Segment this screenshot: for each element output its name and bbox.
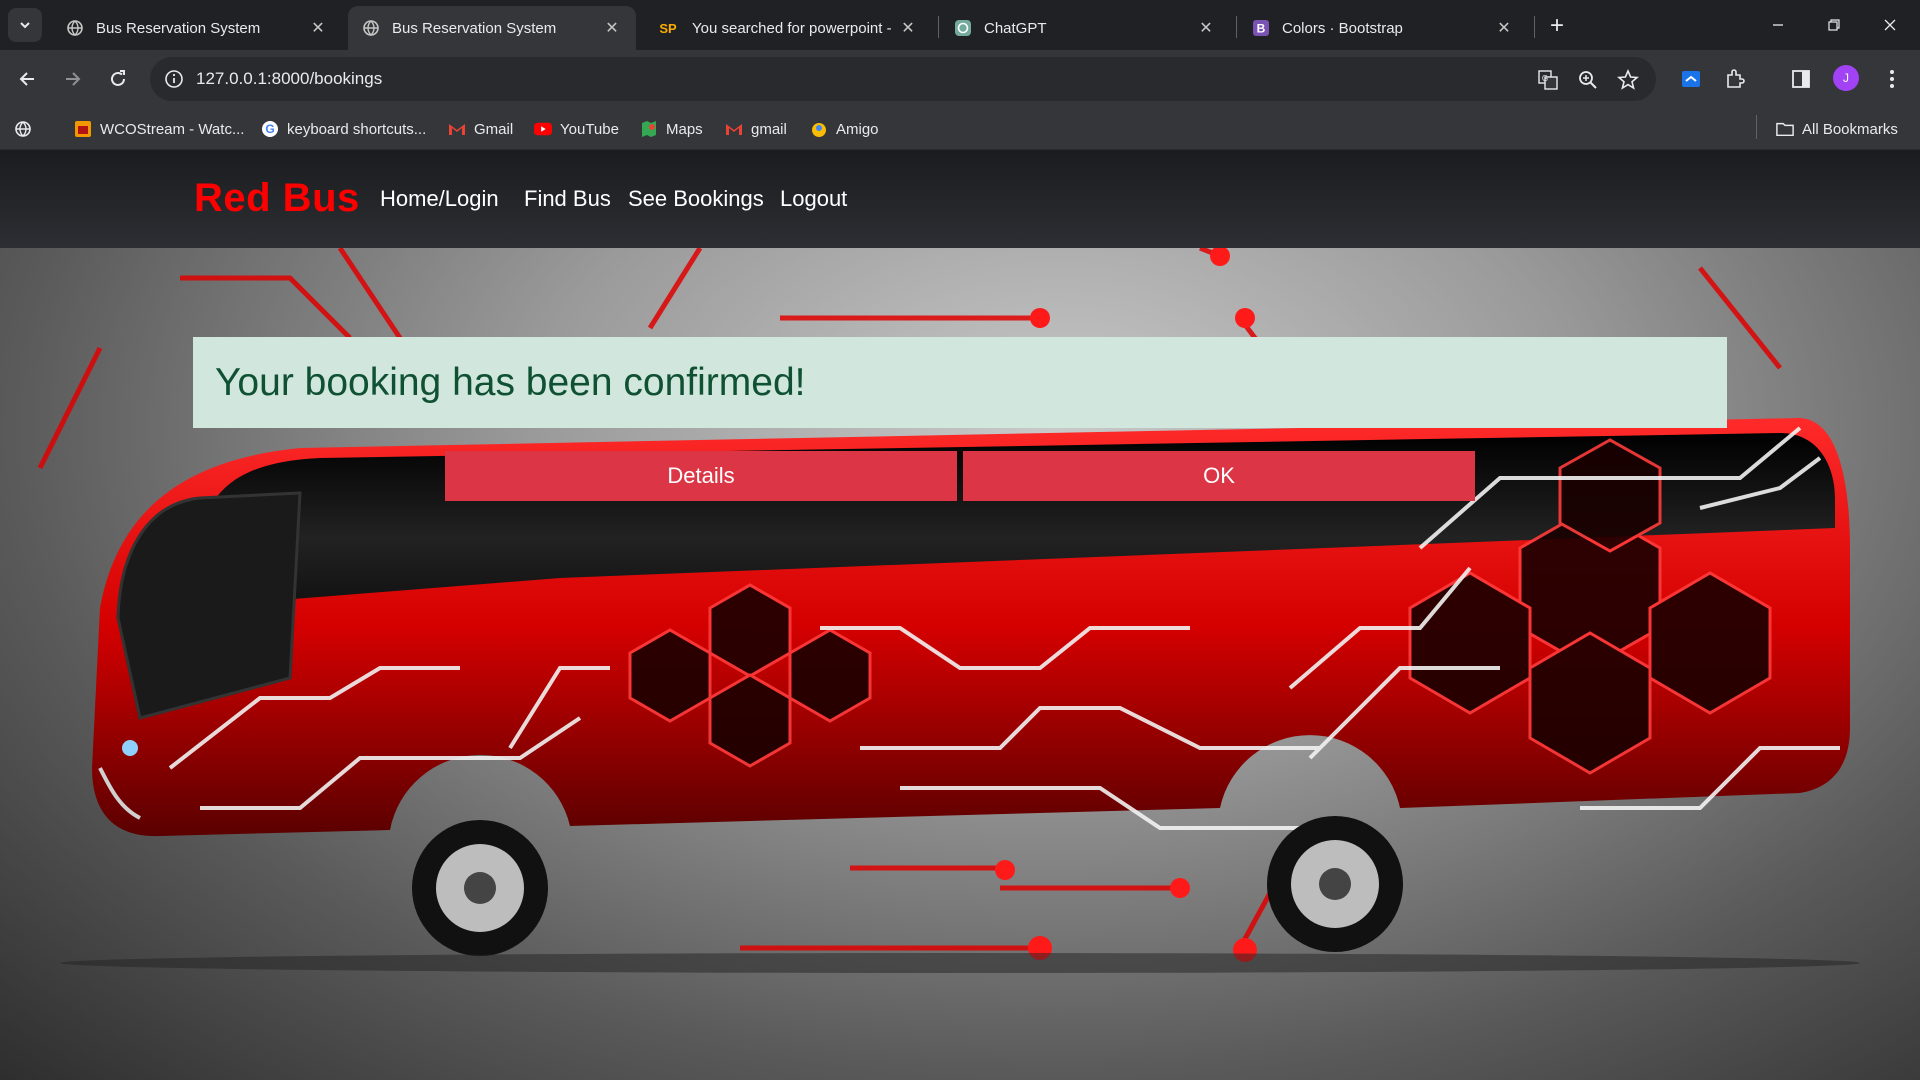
- google-icon: G: [261, 120, 279, 138]
- close-window-button[interactable]: [1862, 0, 1918, 50]
- bookmark-wcostream[interactable]: WCOStream - Watc...: [74, 118, 244, 140]
- gmail-icon: [448, 120, 466, 138]
- chevron-down-icon: [20, 22, 30, 29]
- close-icon[interactable]: ✕: [1494, 18, 1514, 38]
- restore-icon: [1828, 19, 1840, 31]
- new-tab-button[interactable]: +: [1543, 12, 1571, 40]
- details-button[interactable]: Details: [445, 451, 957, 501]
- hero-background: Your booking has been confirmed! Details…: [0, 248, 1920, 1080]
- close-icon[interactable]: ✕: [1196, 18, 1216, 38]
- reload-icon: [111, 70, 125, 86]
- tab-separator: [938, 16, 939, 38]
- site-navbar: Red Bus Home/Login Find Bus See Bookings…: [0, 150, 1920, 248]
- profile-avatar[interactable]: J: [1833, 65, 1859, 91]
- ok-button[interactable]: OK: [963, 451, 1475, 501]
- nav-see-bookings[interactable]: See Bookings: [628, 186, 764, 212]
- minimize-button[interactable]: [1750, 0, 1806, 50]
- bootstrap-icon: B: [1252, 19, 1270, 37]
- tab-title: Bus Reservation System: [392, 19, 557, 37]
- globe-icon: [66, 19, 84, 37]
- minimize-icon: [1773, 24, 1783, 26]
- site-info-icon[interactable]: [162, 67, 186, 91]
- back-button[interactable]: [8, 59, 48, 99]
- tab-separator: [1534, 16, 1535, 38]
- svg-text:G: G: [1542, 74, 1548, 83]
- bookmark-maps[interactable]: Maps: [640, 118, 703, 140]
- translate-icon[interactable]: G: [1534, 66, 1562, 94]
- bookmark-label: Maps: [666, 120, 703, 138]
- cast-extension-icon[interactable]: [1675, 63, 1707, 95]
- apps-shortcut[interactable]: [14, 118, 40, 140]
- svg-text:B: B: [1257, 22, 1266, 36]
- svg-text:G: G: [265, 122, 274, 136]
- zoom-icon[interactable]: [1574, 66, 1602, 94]
- close-icon[interactable]: ✕: [308, 18, 328, 38]
- bookmark-label: Amigo: [836, 120, 879, 138]
- tab-bus-reservation-1[interactable]: Bus Reservation System ✕: [52, 6, 342, 50]
- menu-kebab-icon[interactable]: [1876, 63, 1908, 95]
- forward-arrow-icon: [66, 72, 81, 86]
- close-icon[interactable]: ✕: [602, 18, 622, 38]
- bookmark-gmail-2[interactable]: gmail: [725, 118, 787, 140]
- tab-bootstrap-colors[interactable]: B Colors · Bootstrap ✕: [1238, 6, 1528, 50]
- wcostream-icon: [74, 120, 92, 138]
- tab-separator: [1236, 16, 1237, 38]
- globe-icon: [362, 19, 380, 37]
- tab-powerpoint-search[interactable]: SP You searched for powerpoint - ✕: [642, 6, 932, 50]
- address-bar[interactable]: 127.0.0.1:8000/bookings G: [150, 57, 1656, 101]
- forward-button[interactable]: [52, 59, 92, 99]
- gmail-icon: [725, 120, 743, 138]
- all-bookmarks-button[interactable]: All Bookmarks: [1776, 118, 1898, 140]
- page-viewport: Red Bus Home/Login Find Bus See Bookings…: [0, 150, 1920, 1080]
- sp-favicon-icon: SP: [659, 20, 677, 36]
- globe-icon: [14, 120, 32, 138]
- bookmarks-bar: WCOStream - Watc... G keyboard shortcuts…: [0, 108, 1920, 150]
- url-text[interactable]: 127.0.0.1:8000/bookings: [196, 69, 382, 89]
- tab-title: Colors · Bootstrap: [1282, 19, 1403, 37]
- plus-icon: +: [1549, 12, 1564, 39]
- close-icon: [1884, 19, 1896, 31]
- nav-logout[interactable]: Logout: [780, 186, 847, 212]
- bookmark-label: gmail: [751, 120, 787, 138]
- tab-strip: Bus Reservation System ✕ Bus Reservation…: [0, 0, 1920, 50]
- bookmark-label: WCOStream - Watc...: [100, 120, 245, 138]
- browser-toolbar: 127.0.0.1:8000/bookings G J: [0, 50, 1920, 108]
- tab-title: You searched for powerpoint -: [692, 19, 892, 37]
- folder-icon: [1776, 120, 1794, 138]
- bookmarks-separator: [1756, 115, 1757, 139]
- bookmark-label: keyboard shortcuts...: [287, 120, 427, 138]
- tab-title: ChatGPT: [984, 19, 1047, 37]
- nav-home-login[interactable]: Home/Login: [380, 186, 499, 212]
- bookmark-amigo[interactable]: Amigo: [810, 118, 879, 140]
- bookmark-label: YouTube: [560, 120, 619, 138]
- back-arrow-icon: [19, 72, 34, 86]
- tab-chatgpt[interactable]: ChatGPT ✕: [940, 6, 1230, 50]
- chatgpt-icon: [954, 19, 972, 37]
- tab-search-button[interactable]: [8, 8, 42, 42]
- reload-button[interactable]: [98, 59, 138, 99]
- restore-button[interactable]: [1806, 0, 1862, 50]
- close-icon[interactable]: ✕: [898, 18, 918, 38]
- all-bookmarks-label: All Bookmarks: [1802, 120, 1898, 138]
- tab-title: Bus Reservation System: [96, 19, 261, 37]
- bookmark-label: Gmail: [474, 120, 514, 138]
- bookmark-keyboard-shortcuts[interactable]: G keyboard shortcuts...: [261, 118, 426, 140]
- booking-confirmed-alert: Your booking has been confirmed!: [193, 337, 1727, 428]
- alert-message: Your booking has been confirmed!: [215, 361, 806, 404]
- site-brand[interactable]: Red Bus: [194, 176, 360, 221]
- youtube-icon: [534, 120, 552, 138]
- amigo-icon: [810, 120, 828, 138]
- bookmark-youtube[interactable]: YouTube: [534, 118, 619, 140]
- nav-find-bus[interactable]: Find Bus: [524, 186, 611, 212]
- extensions-icon[interactable]: [1719, 63, 1751, 95]
- maps-icon: [640, 120, 658, 138]
- bookmark-gmail[interactable]: Gmail: [448, 118, 513, 140]
- tab-bus-reservation-2[interactable]: Bus Reservation System ✕: [348, 6, 636, 50]
- side-panel-icon[interactable]: [1785, 63, 1817, 95]
- bus-wheels: [412, 816, 1403, 956]
- bookmark-star-icon[interactable]: [1614, 66, 1642, 94]
